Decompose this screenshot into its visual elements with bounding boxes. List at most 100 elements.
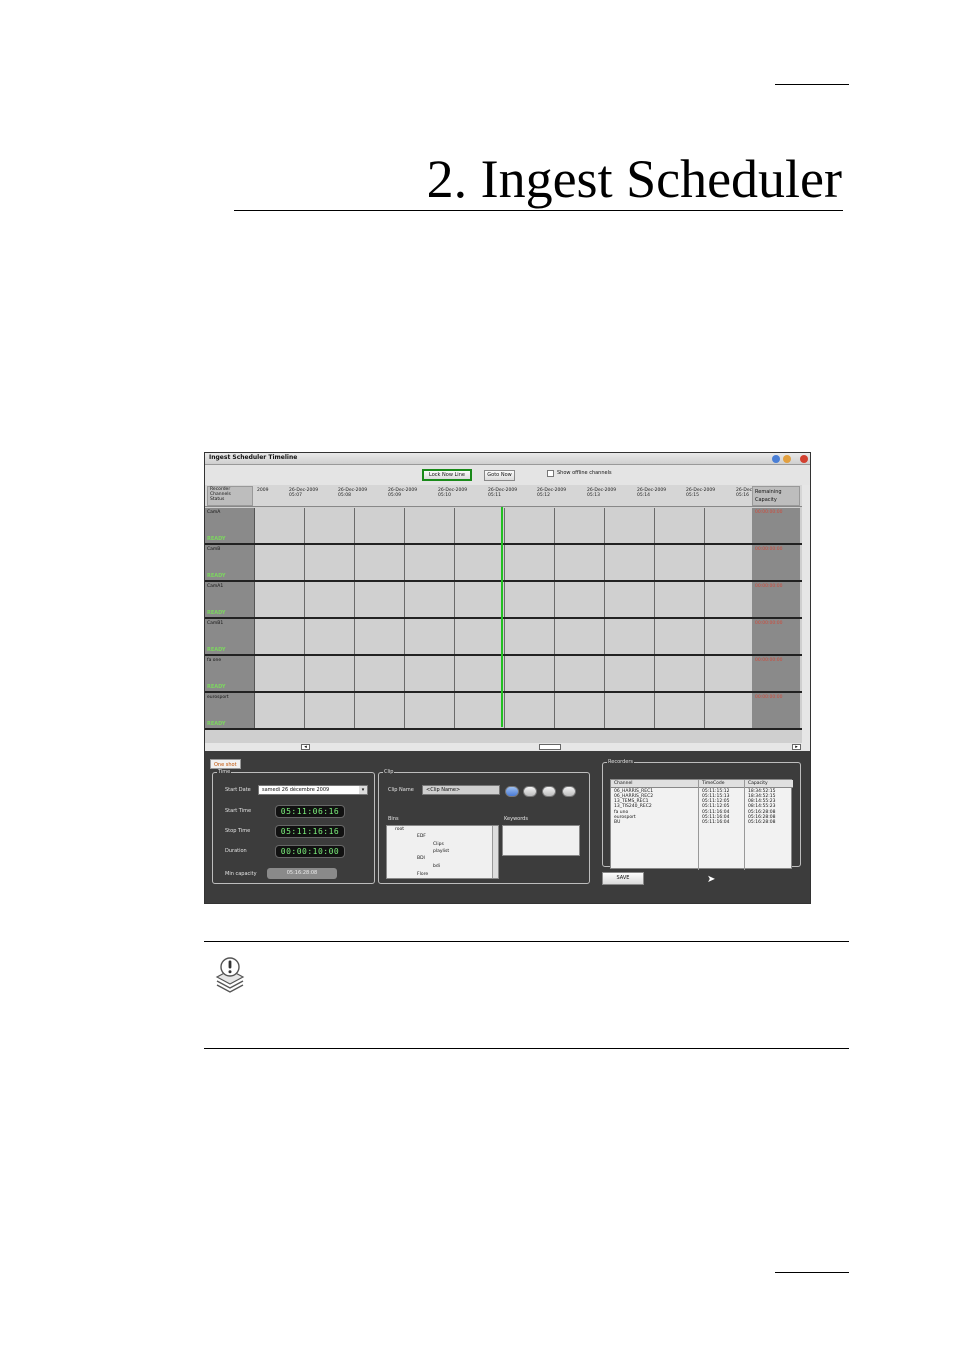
recorders-table[interactable]: Channel TimeCode Capacity 06_HARRIS_REC1… (610, 779, 793, 870)
goto-now-button[interactable]: Goto Now (484, 470, 515, 481)
timeline-toolbar: Lock Now Line Goto Now Show offline chan… (205, 465, 810, 485)
tree-item-bdi[interactable]: BDI (417, 856, 425, 861)
scroll-right-icon[interactable]: ▸ (792, 744, 801, 750)
capacity-value: 00:00:00:00 (755, 695, 783, 700)
keywords-label: Keywords (504, 816, 528, 822)
start-date-label: Start Date (225, 787, 251, 793)
tree-scrollbar[interactable] (492, 826, 498, 878)
note-rule-top (204, 941, 849, 942)
tick-time: 05:14 (637, 493, 650, 498)
channel-timeline-grid[interactable] (255, 693, 752, 728)
channel-row[interactable]: eurosport READY 00:00:00:00 (205, 693, 802, 730)
crown-icon[interactable] (523, 786, 537, 797)
blue-circle-icon[interactable] (505, 786, 519, 797)
channel-timeline-grid[interactable] (255, 656, 752, 691)
duration-label: Duration (225, 848, 247, 854)
channel-row[interactable]: CamA READY 00:00:00:00 (205, 508, 802, 545)
tree-item-playlist[interactable]: playlist (433, 849, 449, 854)
capacity-value: 00:00:00:00 (755, 584, 783, 589)
footer-rule (775, 1272, 849, 1273)
start-date-value: samedi 26 décembre 2009 (262, 787, 330, 793)
minimize-icon[interactable] (783, 455, 791, 463)
close-icon[interactable] (800, 455, 808, 463)
start-date-picker[interactable]: samedi 26 décembre 2009 ▾ (258, 785, 368, 795)
time-tick: 26-Dec-2009 05:13 (587, 488, 616, 498)
lock-now-line-button[interactable]: Lock Now Line (422, 469, 472, 481)
window-titlebar: Ingest Scheduler Timeline (205, 453, 810, 465)
channel-cell[interactable]: CamA READY (205, 508, 255, 543)
recorders-group-label: Recorders (607, 759, 635, 765)
tree-item-root[interactable]: root (395, 827, 404, 832)
timeline[interactable]: Recorder Channels Status 2009 26-Dec-200… (205, 485, 810, 743)
duration-field[interactable]: 00:00:10:00 (275, 845, 345, 858)
tree-item-clips[interactable]: Clips (433, 842, 444, 847)
time-tick: 26-Dec-2009 05:11 (488, 488, 517, 498)
column-header-capacity[interactable]: Capacity (748, 781, 768, 787)
channel-timeline-grid[interactable] (255, 582, 752, 617)
channel-cell[interactable]: eurosport READY (205, 693, 255, 728)
now-line[interactable] (501, 507, 503, 727)
channel-cell[interactable]: CamB READY (205, 545, 255, 580)
channel-name: fa one (207, 658, 222, 663)
time-tick: 26-Dec-2009 05:10 (438, 488, 467, 498)
channel-timeline-grid[interactable] (255, 508, 752, 543)
help-icon[interactable] (772, 455, 780, 463)
min-capacity-label: Min capacity (225, 871, 257, 877)
cell-timecode: 05:11:16:04 (702, 820, 730, 825)
scroll-thumb[interactable] (539, 744, 561, 750)
tree-item-flore[interactable]: Flore (417, 872, 428, 877)
tick-time: 05:12 (537, 493, 550, 498)
bins-tree[interactable]: root EDF Clips playlist BDI bdi Flore (386, 825, 499, 879)
clip-name-input[interactable]: <Clip Name> (422, 785, 500, 795)
tick-time: 05:08 (338, 493, 351, 498)
recorders-group: Recorders Channel TimeCode Capacity 06_H… (602, 759, 801, 870)
channel-cell[interactable]: CamA1 READY (205, 582, 255, 617)
settings-icon[interactable] (562, 786, 576, 797)
table-row[interactable]: BU 05:11:16:04 05:16:28:08 (611, 820, 793, 826)
capacity-value: 00:00:00:00 (755, 658, 783, 663)
channel-row[interactable]: CamB READY 00:00:00:00 (205, 545, 802, 582)
mouse-cursor-icon: ➤ (707, 874, 716, 885)
title-underline (234, 210, 843, 211)
channel-cell[interactable]: fa one READY (205, 656, 255, 691)
channel-timeline-grid[interactable] (255, 619, 752, 654)
time-group-label: Time (217, 769, 232, 775)
channel-cell[interactable]: CamB1 READY (205, 619, 255, 654)
start-time-field[interactable]: 05:11:06:16 (275, 805, 345, 818)
chapter-title: 2. Ingest Scheduler (426, 149, 842, 209)
tree-item-bdi-child[interactable]: bdi (433, 864, 440, 869)
channel-status: READY (207, 721, 226, 727)
tree-item-edf[interactable]: EDF (417, 834, 426, 839)
capacity-value: 00:00:00:00 (755, 621, 783, 626)
tick-time: 05:11 (488, 493, 501, 498)
tick-time: 05:09 (388, 493, 401, 498)
channel-timeline-grid[interactable] (255, 545, 752, 580)
header-rule-top (775, 84, 849, 85)
capacity-value: 00:00:00:00 (755, 547, 783, 552)
channel-name: CamA1 (207, 584, 224, 589)
timeline-horizontal-scrollbar[interactable]: ◂ ▸ (205, 743, 810, 751)
recorder-header: Recorder Channels Status (207, 486, 253, 506)
column-header-timecode[interactable]: TimeCode (702, 781, 725, 787)
channel-row[interactable]: fa one READY 00:00:00:00 (205, 656, 802, 693)
capacity-cell: 00:00:00:00 (752, 508, 800, 543)
chevron-down-icon[interactable]: ▾ (359, 786, 367, 794)
metadata-icon[interactable] (542, 786, 556, 797)
channel-row[interactable]: CamB1 READY 00:00:00:00 (205, 619, 802, 656)
tick-time: 05:13 (587, 493, 600, 498)
scheduling-panel: One shot Time Start Date samedi 26 décem… (205, 751, 810, 903)
scroll-left-icon[interactable]: ◂ (301, 744, 310, 750)
column-header-channel[interactable]: Channel (614, 781, 632, 787)
tab-one-shot[interactable]: One shot (210, 759, 241, 769)
show-offline-checkbox[interactable] (547, 470, 554, 477)
capacity-cell: 00:00:00:00 (752, 545, 800, 580)
channel-row[interactable]: CamA1 READY 00:00:00:00 (205, 582, 802, 619)
stop-time-field[interactable]: 05:11:16:16 (275, 825, 345, 838)
timeline-vertical-scrollbar[interactable] (802, 485, 810, 743)
time-tick: 26-Dec 05:16 (736, 488, 752, 498)
capacity-header: Remaining Capacity (752, 486, 800, 506)
timeline-header: Recorder Channels Status 2009 26-Dec-200… (205, 485, 802, 507)
keywords-box[interactable] (502, 825, 580, 856)
cell-channel: BU (614, 820, 621, 825)
save-button[interactable]: SAVE (602, 872, 644, 885)
